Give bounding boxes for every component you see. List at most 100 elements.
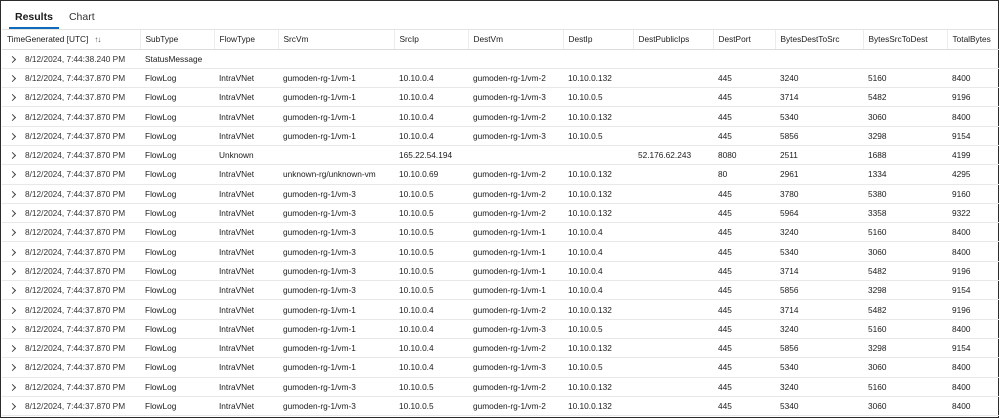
cell-destvm: gumoden-rg-1/vm-2 [468, 164, 563, 185]
table-row[interactable]: 8/12/2024, 7:44:37.870 PM FlowLog IntraVNe… [2, 222, 999, 243]
cell-destvm: gumoden-rg-1/vm-2 [468, 184, 563, 204]
tab-chart[interactable]: Chart [61, 9, 103, 29]
chevron-right-icon[interactable] [8, 74, 17, 82]
cell-destvm: gumoden-rg-1/vm-2 [468, 377, 563, 397]
cell-text: 8/12/2024, 7:44:37.870 PM [25, 285, 126, 296]
cell-subtype: FlowLog [140, 126, 214, 146]
cell-srcip: 10.10.0.5 [394, 222, 468, 243]
column-header-timegenerated[interactable]: TimeGenerated [UTC] ↑↓ [2, 30, 141, 50]
table-row[interactable]: 8/12/2024, 7:44:37.870 PM FlowLog IntraVNe… [2, 319, 999, 339]
cell-destip: 10.10.0.132 [563, 203, 633, 224]
cell-bytessrctodest: 5482 [863, 299, 947, 320]
cell-totalbytes: 8400 [947, 106, 999, 127]
chevron-right-icon[interactable] [8, 132, 17, 140]
table-row[interactable]: 8/12/2024, 7:44:37.870 PM FlowLog IntraVNe… [2, 261, 999, 282]
chevron-right-icon[interactable] [8, 229, 17, 237]
table-row[interactable]: 8/12/2024, 7:44:37.870 PM FlowLog IntraVNe… [2, 280, 999, 301]
table-row[interactable]: 8/12/2024, 7:44:37.870 PM FlowLog IntraVNe… [2, 203, 999, 224]
cell-srcvm: gumoden-rg-1/vm-1 [278, 338, 394, 359]
cell-bytessrctodest: 5482 [863, 261, 947, 282]
sort-icon[interactable]: ↑↓ [94, 35, 101, 44]
cell-bytessrctodest: 5160 [863, 222, 947, 243]
cell-destport: 445 [713, 338, 775, 359]
cell-destip [563, 49, 633, 69]
chevron-right-icon[interactable] [8, 306, 17, 314]
column-header-bytesdesttosrc[interactable]: BytesDestToSrc [775, 30, 864, 50]
cell-totalbytes: 4199 [947, 145, 999, 166]
cell-totalbytes: 9322 [947, 203, 999, 224]
cell-subtype: FlowLog [140, 203, 214, 224]
cell-subtype: FlowLog [140, 106, 214, 127]
table-row[interactable]: 8/12/2024, 7:44:37.870 PM FlowLog IntraVNe… [2, 68, 999, 89]
cell-totalbytes: 8400 [947, 377, 999, 397]
cell-destport: 445 [713, 377, 775, 397]
table-row[interactable]: 8/12/2024, 7:44:37.870 PM FlowLog IntraVNe… [2, 396, 999, 417]
cell-destvm: gumoden-rg-1/vm-3 [468, 87, 563, 108]
table-row[interactable]: 8/12/2024, 7:44:37.870 PM FlowLog IntraVNe… [2, 126, 999, 146]
cell-subtype: FlowLog [140, 145, 214, 166]
table-row[interactable]: 8/12/2024, 7:44:38.240 PM StatusMessage [2, 49, 999, 69]
chevron-right-icon[interactable] [8, 287, 17, 295]
chevron-right-icon[interactable] [8, 383, 17, 391]
table-row[interactable]: 8/12/2024, 7:44:37.870 PM FlowLog IntraVNe… [2, 377, 999, 397]
table-row[interactable]: 8/12/2024, 7:44:37.870 PM FlowLog IntraVNe… [2, 357, 999, 378]
cell-destip: 10.10.0.5 [563, 126, 633, 146]
chevron-right-icon[interactable] [8, 55, 17, 63]
column-header-bytessrctodest[interactable]: BytesSrcToDest [863, 30, 948, 50]
chevron-right-icon[interactable] [8, 113, 17, 121]
cell-flowtype: IntraVNet [214, 280, 278, 301]
cell-flowtype: IntraVNet [214, 241, 278, 262]
column-header-flowtype[interactable]: FlowType [214, 30, 279, 50]
table-row[interactable]: 8/12/2024, 7:44:37.870 PM FlowLog IntraVNe… [2, 164, 999, 185]
column-header-destport[interactable]: DestPort [713, 30, 776, 50]
chevron-right-icon[interactable] [8, 171, 17, 179]
cell-srcip: 10.10.0.4 [394, 126, 468, 146]
cell-totalbytes: 8400 [947, 68, 999, 89]
chevron-right-icon[interactable] [8, 267, 17, 275]
cell-destport: 445 [713, 241, 775, 262]
cell-destip: 10.10.0.5 [563, 357, 633, 378]
chevron-right-icon[interactable] [8, 248, 17, 256]
tab-results[interactable]: Results [7, 9, 61, 29]
cell-destport: 445 [713, 261, 775, 282]
column-header-destvm[interactable]: DestVm [468, 30, 564, 50]
column-header-srcip[interactable]: SrcIp [394, 30, 469, 50]
table-row[interactable]: 8/12/2024, 7:44:37.870 PM FlowLog IntraVNe… [2, 184, 999, 204]
column-header-totalbytes[interactable]: TotalBytes [947, 30, 999, 50]
cell-bytessrctodest: 5482 [863, 87, 947, 108]
chevron-right-icon[interactable] [8, 364, 17, 372]
table-row[interactable]: 8/12/2024, 7:44:37.870 PM FlowLog IntraVNe… [2, 241, 999, 262]
chevron-right-icon[interactable] [8, 152, 17, 160]
chevron-right-icon[interactable] [8, 402, 17, 411]
table-row[interactable]: 8/12/2024, 7:44:37.870 PM FlowLog Unknown 1… [2, 145, 999, 166]
chevron-right-icon[interactable] [8, 209, 17, 218]
table-row[interactable]: 8/12/2024, 7:44:37.870 PM FlowLog IntraVNe… [2, 299, 999, 320]
column-header-subtype[interactable]: SubType [140, 30, 215, 50]
column-header-destpublicips[interactable]: DestPublicIps [633, 30, 714, 50]
cell-bytessrctodest: 1334 [863, 164, 947, 185]
cell-bytesdesttosrc: 2961 [775, 164, 863, 185]
cell-srcip: 10.10.0.69 [394, 164, 468, 185]
column-header-srcvm[interactable]: SrcVm [278, 30, 395, 50]
table-row[interactable]: 8/12/2024, 7:44:37.870 PM FlowLog IntraVNe… [2, 338, 999, 359]
cell-srcvm: gumoden-rg-1/vm-1 [278, 68, 394, 89]
chevron-right-icon[interactable] [8, 190, 17, 198]
cell-srcvm: gumoden-rg-1/vm-3 [278, 241, 394, 262]
cell-destip: 10.10.0.4 [563, 222, 633, 243]
table-row[interactable]: 8/12/2024, 7:44:37.870 PM FlowLog IntraVNe… [2, 106, 999, 127]
cell-srcip: 10.10.0.5 [394, 241, 468, 262]
chevron-right-icon[interactable] [8, 94, 17, 102]
cell-bytessrctodest: 3298 [863, 126, 947, 146]
cell-destvm [468, 145, 563, 166]
header-row: TimeGenerated [UTC] ↑↓ SubType FlowType S… [2, 30, 999, 50]
cell-text: 8/12/2024, 7:44:37.870 PM [25, 400, 126, 411]
cell-bytesdesttosrc: 3240 [775, 377, 863, 397]
chevron-right-icon[interactable] [8, 325, 17, 333]
cell-srcip: 10.10.0.5 [394, 396, 468, 417]
cell-subtype: FlowLog [140, 377, 214, 397]
cell-flowtype: IntraVNet [214, 261, 278, 282]
table-row[interactable]: 8/12/2024, 7:44:37.870 PM FlowLog IntraVNe… [2, 87, 999, 108]
cell-flowtype: IntraVNet [214, 126, 278, 146]
chevron-right-icon[interactable] [8, 345, 17, 353]
column-header-destip[interactable]: DestIp [563, 30, 634, 50]
